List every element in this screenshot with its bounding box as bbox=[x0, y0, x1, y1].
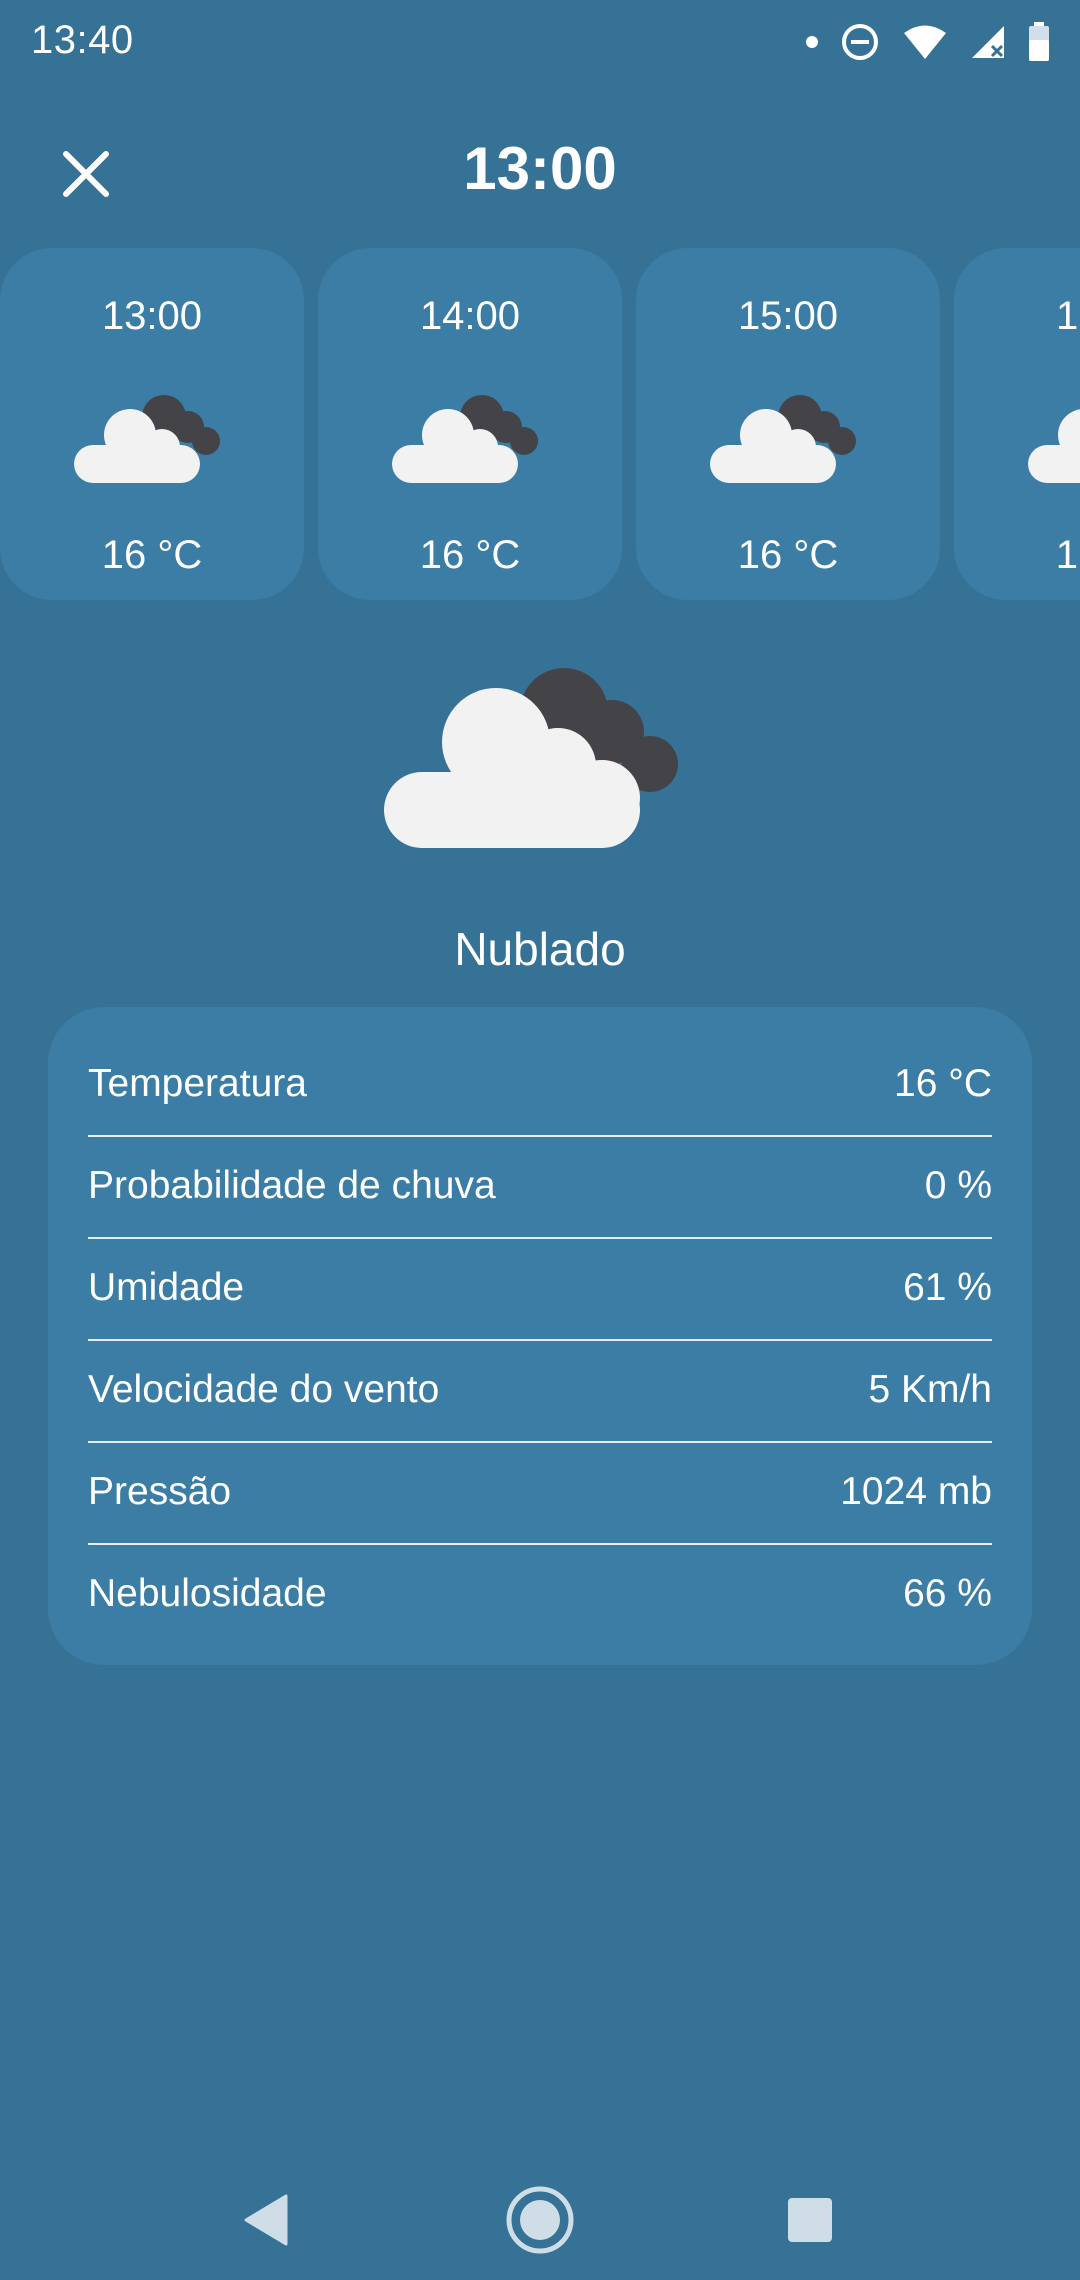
status-bar: 13:40 bbox=[0, 0, 1080, 84]
hour-time: 16:00 bbox=[1055, 294, 1080, 338]
hour-temperature: 16 °C bbox=[101, 533, 203, 577]
wifi-icon bbox=[904, 25, 946, 59]
detail-row-pressure: Pressão 1024 mb bbox=[88, 1441, 992, 1545]
detail-row-rain-probability: Probabilidade de chuva 0 % bbox=[88, 1135, 992, 1239]
detail-label: Probabilidade de chuva bbox=[88, 1164, 496, 1207]
hour-time: 14:00 bbox=[419, 294, 521, 338]
cloudy-icon bbox=[392, 395, 538, 483]
cloudy-icon bbox=[710, 395, 856, 483]
hour-card[interactable]: 13:00 16 °C bbox=[0, 248, 304, 600]
navigation-bar bbox=[0, 2150, 1080, 2270]
weather-details-card: Temperatura 16 °C Probabilidade de chuva… bbox=[48, 1007, 1032, 1665]
dot-icon bbox=[806, 36, 818, 48]
header: 13:00 bbox=[0, 120, 1080, 220]
detail-label: Velocidade do vento bbox=[88, 1368, 440, 1411]
detail-value: 5 Km/h bbox=[868, 1368, 992, 1411]
battery-icon bbox=[1029, 22, 1049, 61]
home-button[interactable] bbox=[500, 2180, 580, 2260]
weather-condition: Nublado bbox=[454, 923, 626, 975]
cloudy-icon bbox=[1028, 409, 1080, 483]
status-time: 13:40 bbox=[31, 18, 134, 62]
status-icons bbox=[806, 18, 1050, 66]
detail-row-temperature: Temperatura 16 °C bbox=[88, 1033, 992, 1137]
detail-value: 61 % bbox=[903, 1266, 992, 1309]
detail-label: Temperatura bbox=[88, 1062, 307, 1105]
back-button[interactable] bbox=[226, 2180, 306, 2260]
detail-label: Nebulosidade bbox=[88, 1572, 327, 1615]
detail-value: 0 % bbox=[924, 1164, 992, 1207]
hour-time: 13:00 bbox=[101, 294, 203, 338]
detail-row-wind-speed: Velocidade do vento 5 Km/h bbox=[88, 1339, 992, 1443]
detail-value: 16 °C bbox=[894, 1062, 992, 1105]
home-icon bbox=[506, 2186, 574, 2254]
cloudy-icon bbox=[384, 668, 678, 848]
cloudy-icon bbox=[74, 395, 220, 483]
signal-icon bbox=[972, 26, 1004, 58]
hour-temperature: 16 °C bbox=[1055, 533, 1080, 577]
detail-value: 66 % bbox=[903, 1572, 992, 1615]
detail-label: Umidade bbox=[88, 1266, 245, 1309]
hour-temperature: 16 °C bbox=[419, 533, 521, 577]
hour-card[interactable]: 14:00 16 °C bbox=[318, 248, 622, 600]
hour-temperature: 16 °C bbox=[737, 533, 839, 577]
recents-icon bbox=[788, 2198, 832, 2242]
hour-card[interactable]: 16:00 16 °C bbox=[954, 248, 1080, 600]
detail-value: 1024 mb bbox=[840, 1470, 992, 1513]
hourly-forecast[interactable]: 13:00 16 °C 14:00 16 °C 15:00 16 °C 1 1 bbox=[0, 248, 1080, 600]
do-not-disturb-icon bbox=[842, 24, 878, 60]
detail-row-cloudiness: Nebulosidade 66 % bbox=[88, 1543, 992, 1645]
page-title: 13:00 bbox=[463, 135, 617, 202]
recents-button[interactable] bbox=[770, 2180, 850, 2260]
hour-time: 15:00 bbox=[737, 294, 839, 338]
detail-label: Pressão bbox=[88, 1470, 232, 1513]
back-icon bbox=[244, 2194, 288, 2246]
hour-card[interactable]: 15:00 16 °C bbox=[636, 248, 940, 600]
detail-row-humidity: Umidade 61 % bbox=[88, 1237, 992, 1341]
